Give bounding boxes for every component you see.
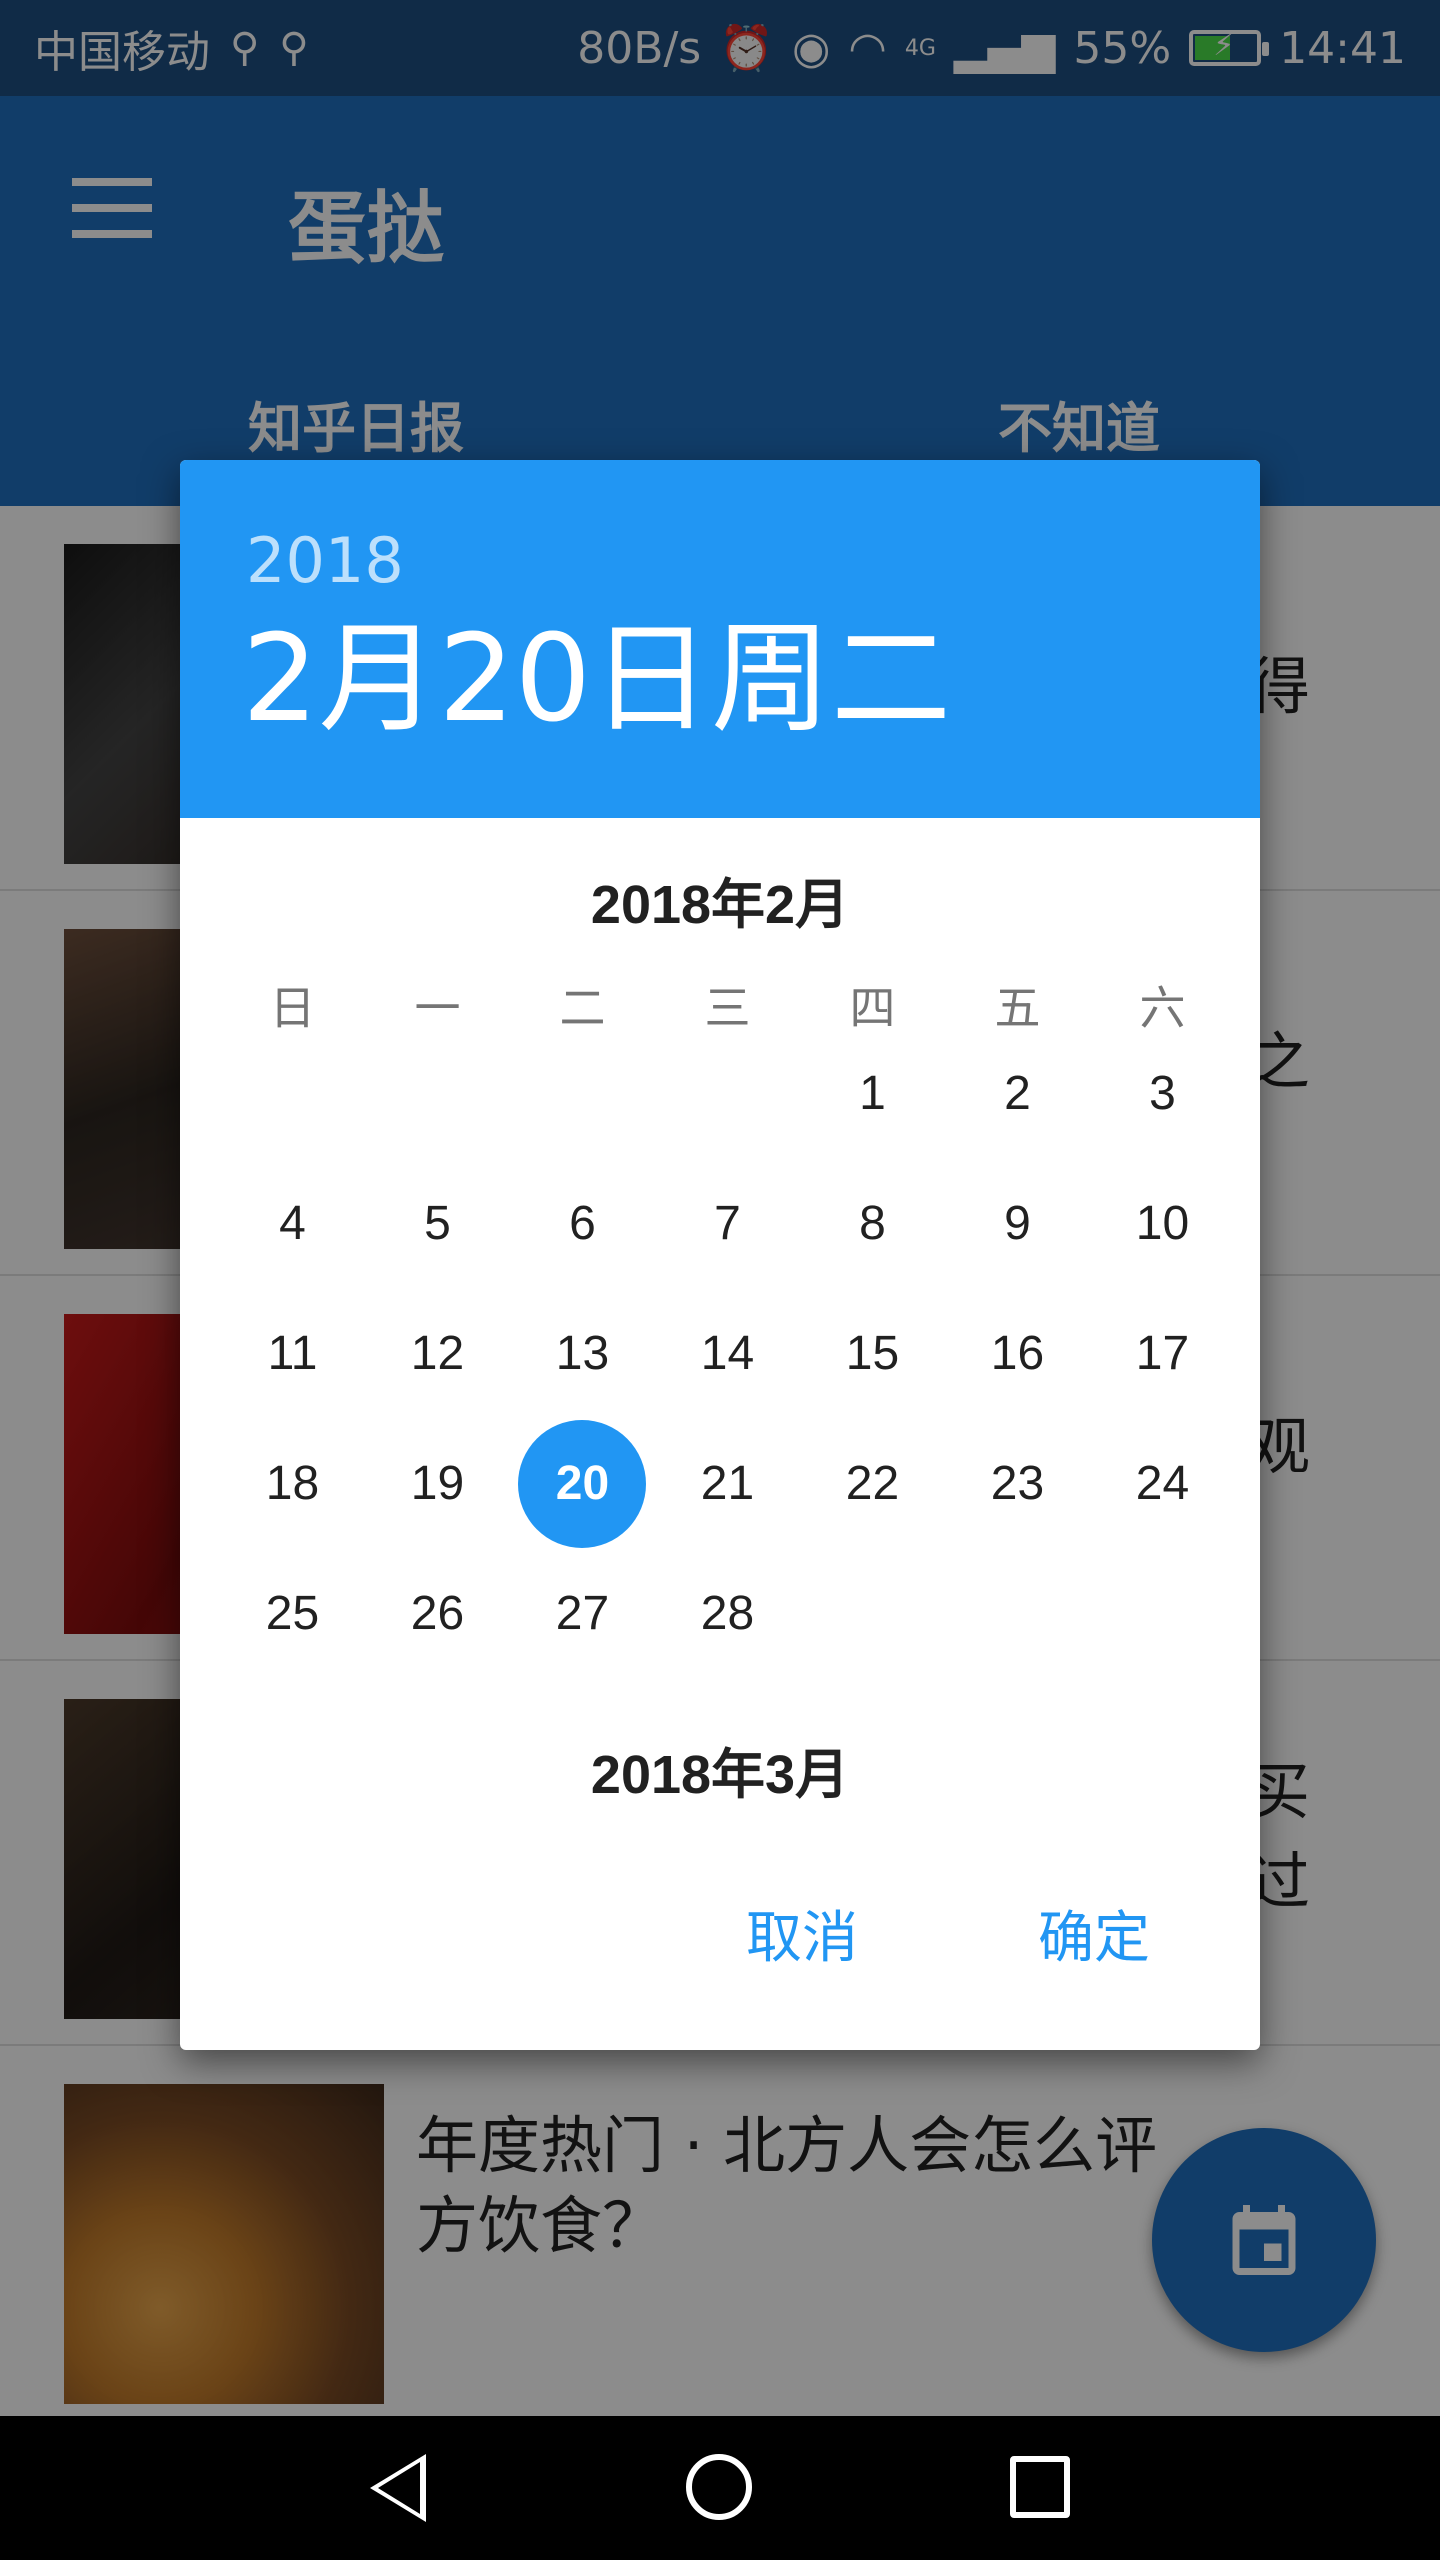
day-cell[interactable]: 14 bbox=[655, 1288, 800, 1418]
day-cell[interactable]: 13 bbox=[510, 1288, 655, 1418]
day-cell[interactable]: 27 bbox=[510, 1548, 655, 1678]
week-row: 18 19 20 21 22 23 24 bbox=[220, 1418, 1236, 1548]
day-cell[interactable]: 10 bbox=[1090, 1158, 1235, 1288]
month-title: 2018年2月 bbox=[590, 875, 850, 935]
date-picker-dialog: 2018 2月20日周二 2018年2月 日 一 二 三 四 五 六 1 2 3… bbox=[180, 460, 1260, 2050]
day-cell[interactable]: 8 bbox=[800, 1158, 945, 1288]
day-cell[interactable]: 15 bbox=[800, 1288, 945, 1418]
day-cell[interactable]: 24 bbox=[1090, 1418, 1235, 1548]
day-cell[interactable]: 16 bbox=[945, 1288, 1090, 1418]
week-row: 4 5 6 7 8 9 10 bbox=[220, 1158, 1236, 1288]
day-cell[interactable]: 19 bbox=[365, 1418, 510, 1548]
day-cell-empty bbox=[945, 1548, 1090, 1678]
day-cell[interactable]: 12 bbox=[365, 1288, 510, 1418]
day-cell[interactable]: 28 bbox=[655, 1548, 800, 1678]
week-row: 25 26 27 28 bbox=[220, 1548, 1236, 1678]
calendar-grid: 1 2 3 4 5 6 7 8 9 10 11 12 13 14 15 16 1… bbox=[220, 1028, 1236, 1678]
day-cell-empty bbox=[655, 1028, 800, 1158]
day-cell[interactable]: 7 bbox=[655, 1158, 800, 1288]
day-cell[interactable]: 11 bbox=[220, 1288, 365, 1418]
cancel-button[interactable]: 取消 bbox=[746, 1893, 858, 1974]
dialog-actions: 取消 确定 bbox=[746, 1893, 1150, 1974]
day-cell[interactable]: 21 bbox=[655, 1418, 800, 1548]
day-cell[interactable]: 5 bbox=[365, 1158, 510, 1288]
header-year[interactable]: 2018 bbox=[246, 524, 404, 597]
day-cell[interactable]: 9 bbox=[945, 1158, 1090, 1288]
navigation-bar bbox=[0, 2416, 1440, 2560]
day-cell[interactable]: 4 bbox=[220, 1158, 365, 1288]
day-cell[interactable]: 17 bbox=[1090, 1288, 1235, 1418]
day-cell-empty bbox=[510, 1028, 655, 1158]
header-date[interactable]: 2月20日周二 bbox=[242, 610, 951, 750]
next-month-title: 2018年3月 bbox=[590, 1745, 850, 1805]
day-cell[interactable]: 2 bbox=[945, 1028, 1090, 1158]
week-row: 1 2 3 bbox=[220, 1028, 1236, 1158]
day-cell-selected[interactable]: 20 bbox=[510, 1418, 655, 1548]
dialog-header: 2018 2月20日周二 bbox=[180, 460, 1260, 818]
day-cell-empty bbox=[365, 1028, 510, 1158]
day-cell-empty bbox=[800, 1548, 945, 1678]
day-cell[interactable]: 3 bbox=[1090, 1028, 1235, 1158]
day-cell[interactable]: 26 bbox=[365, 1548, 510, 1678]
back-icon-inner bbox=[378, 2462, 420, 2514]
day-cell-empty bbox=[220, 1028, 365, 1158]
day-cell[interactable]: 22 bbox=[800, 1418, 945, 1548]
recent-apps-icon[interactable] bbox=[1010, 2456, 1070, 2518]
day-cell[interactable]: 6 bbox=[510, 1158, 655, 1288]
day-cell-empty bbox=[1090, 1548, 1235, 1678]
day-cell[interactable]: 18 bbox=[220, 1418, 365, 1548]
ok-button[interactable]: 确定 bbox=[1038, 1893, 1150, 1974]
week-row: 11 12 13 14 15 16 17 bbox=[220, 1288, 1236, 1418]
home-icon[interactable] bbox=[686, 2454, 752, 2520]
day-cell[interactable]: 1 bbox=[800, 1028, 945, 1158]
day-cell[interactable]: 25 bbox=[220, 1548, 365, 1678]
day-cell[interactable]: 23 bbox=[945, 1418, 1090, 1548]
